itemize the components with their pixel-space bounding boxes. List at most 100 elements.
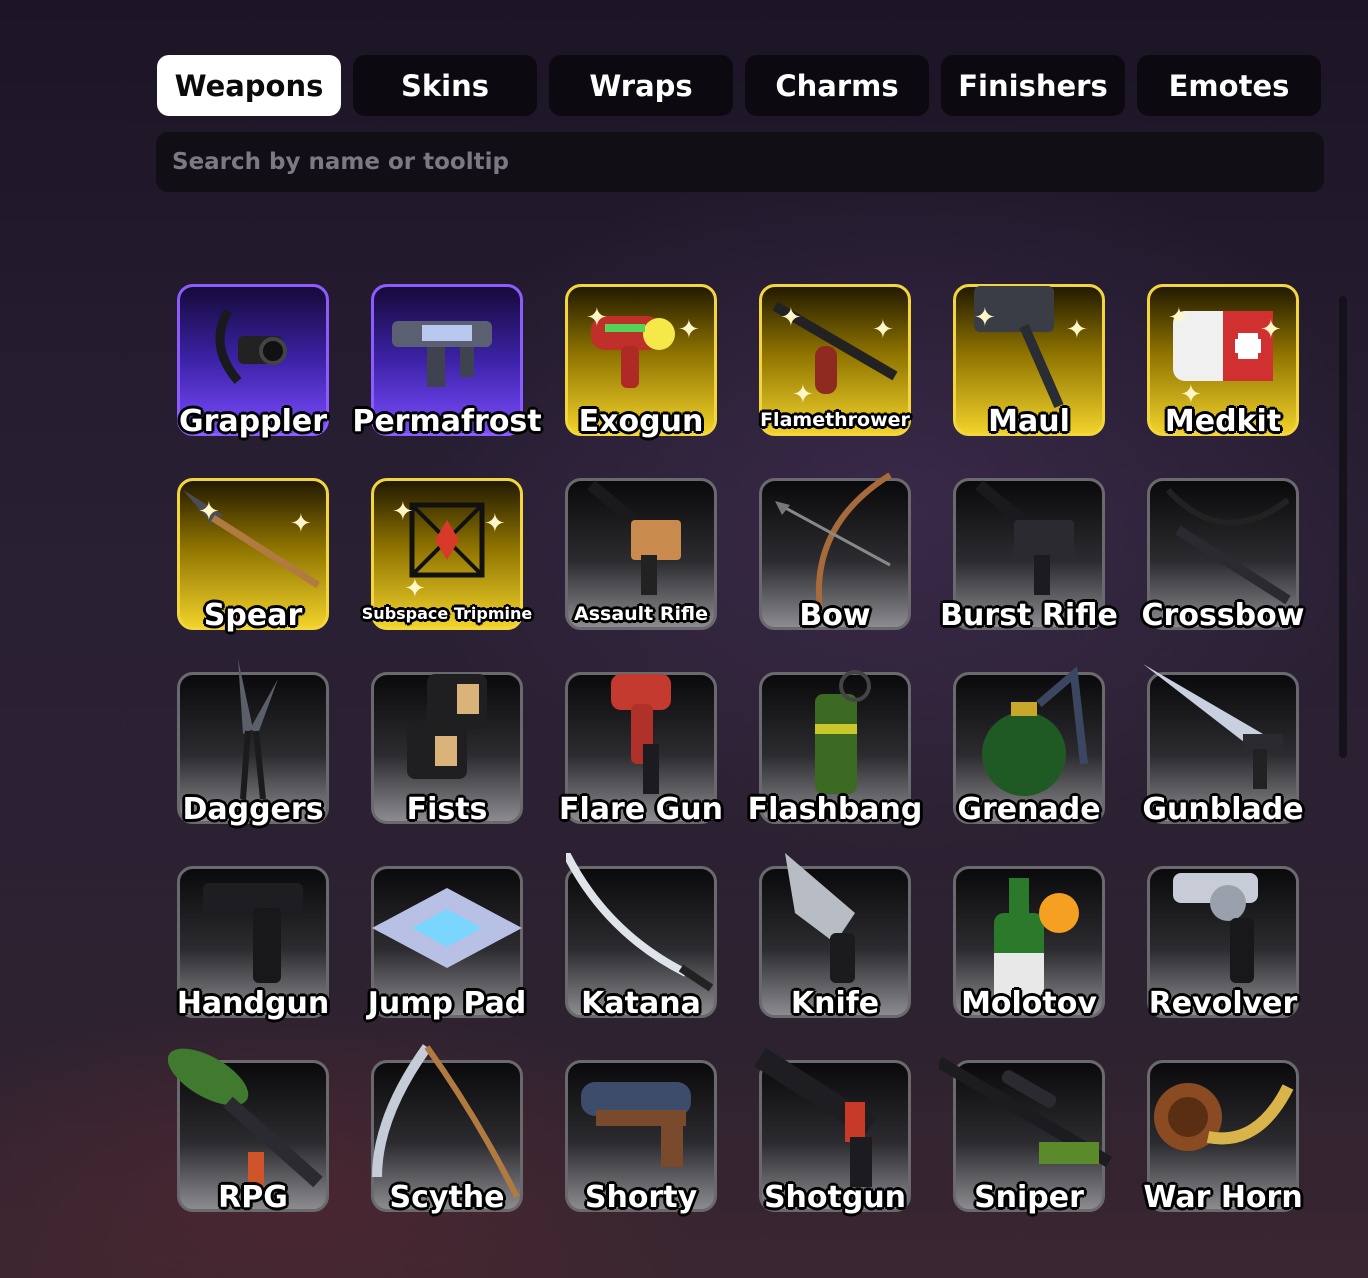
shotgun-icon bbox=[750, 1047, 920, 1201]
weapon-name: RPG bbox=[218, 1180, 288, 1215]
tab-charms[interactable]: Charms bbox=[745, 55, 929, 116]
sparkle-icon: ✦ bbox=[974, 303, 996, 333]
weapon-name: Shotgun bbox=[763, 1180, 907, 1215]
weapon-card[interactable]: RPG bbox=[167, 1048, 329, 1215]
weapon-card[interactable]: ✦ ✦ Exogun bbox=[565, 284, 717, 439]
weapon-name: Spear bbox=[203, 598, 303, 633]
weapon-card[interactable]: Shorty bbox=[565, 1060, 717, 1215]
weapon-card[interactable]: ✦ ✦ Spear bbox=[177, 478, 329, 633]
search-input[interactable] bbox=[170, 148, 1324, 176]
tab-wraps[interactable]: Wraps bbox=[549, 55, 733, 116]
weapon-name: Flashbang bbox=[747, 792, 923, 827]
hammer-icon bbox=[964, 276, 1094, 420]
jump-pad-icon bbox=[362, 873, 532, 987]
weapon-card[interactable]: Shotgun bbox=[754, 1048, 911, 1215]
burst-rifle-icon bbox=[969, 475, 1089, 609]
weapon-name: Shorty bbox=[584, 1180, 698, 1215]
handgun-icon bbox=[193, 863, 313, 997]
weapon-name: Fists bbox=[406, 792, 488, 827]
weapon-card[interactable]: Sniper bbox=[935, 1057, 1113, 1215]
weapon-card[interactable]: ✦ ✦ ✦ Medkit bbox=[1147, 284, 1299, 439]
weapon-card[interactable]: ✦ ✦ ✦ Flamethrower bbox=[759, 284, 911, 436]
weapon-card[interactable]: Assault Rifle bbox=[565, 478, 717, 630]
weapon-name: Bow bbox=[799, 598, 871, 633]
weapon-card[interactable]: Daggers bbox=[177, 659, 329, 827]
weapon-name: Maul bbox=[988, 404, 1070, 439]
weapon-card[interactable]: ✦ ✦ ✦ Subspace Tripmine bbox=[362, 478, 532, 630]
flashbang-icon bbox=[785, 664, 885, 808]
weapon-name: Katana bbox=[581, 986, 701, 1021]
weapon-name: Crossbow bbox=[1141, 598, 1305, 633]
weapon-card[interactable]: Flare Gun bbox=[559, 672, 723, 827]
sparkle-icon: ✦ bbox=[792, 380, 814, 410]
sparkle-icon: ✦ bbox=[780, 303, 802, 333]
weapon-card[interactable]: Gunblade bbox=[1142, 664, 1304, 827]
weapon-name: Revolver bbox=[1148, 986, 1298, 1021]
sparkle-icon: ✦ bbox=[872, 315, 894, 345]
weapon-name: Grenade bbox=[957, 792, 1101, 827]
weapon-name: Scythe bbox=[389, 1180, 505, 1215]
grenade-icon bbox=[969, 664, 1089, 808]
revolver-icon bbox=[1168, 863, 1278, 997]
weapon-name: Assault Rifle bbox=[574, 603, 708, 625]
bow-icon bbox=[770, 465, 900, 619]
sparkle-icon: ✦ bbox=[1260, 315, 1282, 345]
weapon-card[interactable]: Handgun bbox=[177, 863, 329, 1021]
sparkle-icon: ✦ bbox=[678, 315, 700, 345]
weapon-card[interactable]: ✦ ✦ Maul bbox=[953, 284, 1105, 439]
weapon-card[interactable]: Revolver bbox=[1147, 863, 1299, 1021]
weapon-name: Gunblade bbox=[1142, 792, 1304, 827]
gunblade-icon bbox=[1143, 664, 1303, 808]
weapon-card[interactable]: Flashbang bbox=[748, 670, 922, 827]
katana-icon bbox=[562, 851, 716, 1007]
weapon-name: Grappler bbox=[178, 404, 328, 439]
weapon-card[interactable]: Scythe bbox=[371, 1044, 523, 1215]
molotov-icon bbox=[964, 853, 1094, 1007]
tab-skins[interactable]: Skins bbox=[353, 55, 537, 116]
weapon-card[interactable]: Permafrost bbox=[352, 284, 542, 439]
weapon-card[interactable]: Molotov bbox=[953, 866, 1105, 1021]
daggers-icon bbox=[198, 659, 308, 813]
sparkle-icon: ✦ bbox=[484, 509, 506, 539]
assault-rifle-icon bbox=[581, 475, 701, 609]
weapon-grid: Grappler Permafrost ✦ ✦ Exogun ✦ ✦ ✦ Flamethrowe… bbox=[167, 284, 1304, 1215]
weapon-name: Handgun bbox=[176, 986, 330, 1021]
shorty-icon bbox=[576, 1062, 706, 1186]
weapon-name: Medkit bbox=[1164, 404, 1282, 439]
sparkle-icon: ✦ bbox=[290, 509, 312, 539]
weapon-name: Subspace Tripmine bbox=[361, 604, 533, 623]
weapon-card[interactable]: Crossbow bbox=[1142, 478, 1304, 633]
tab-finishers[interactable]: Finishers bbox=[941, 55, 1125, 116]
weapon-card[interactable]: Grappler bbox=[177, 284, 329, 439]
sparkle-icon: ✦ bbox=[586, 303, 608, 333]
ice-gun-icon bbox=[382, 291, 512, 405]
sparkle-icon: ✦ bbox=[1066, 315, 1088, 345]
weapon-name: Flamethrower bbox=[760, 409, 910, 431]
knife-icon bbox=[775, 853, 895, 1007]
grapple-icon bbox=[198, 291, 308, 405]
weapon-card[interactable]: Fists bbox=[371, 672, 523, 827]
weapon-name: Daggers bbox=[182, 792, 324, 827]
weapon-name: Knife bbox=[790, 986, 880, 1021]
category-tabs: Weapons Skins Wraps Charms Finishers Emo… bbox=[157, 55, 1321, 116]
flare-gun-icon bbox=[591, 664, 691, 808]
weapon-card[interactable]: Grenade bbox=[953, 666, 1105, 827]
weapon-card[interactable]: Knife bbox=[759, 853, 911, 1021]
weapon-card[interactable]: Katana bbox=[562, 851, 717, 1021]
scrollbar[interactable] bbox=[1339, 296, 1347, 758]
weapon-name: Burst Rifle bbox=[940, 598, 1118, 633]
sparkle-icon: ✦ bbox=[392, 497, 414, 527]
crossbow-icon bbox=[1148, 470, 1298, 614]
sparkle-icon: ✦ bbox=[1168, 303, 1190, 333]
weapon-card[interactable]: Bow bbox=[759, 472, 911, 633]
tab-emotes[interactable]: Emotes bbox=[1137, 55, 1321, 116]
weapon-name: Exogun bbox=[578, 404, 704, 439]
weapon-name: Molotov bbox=[961, 986, 1097, 1021]
war-horn-icon bbox=[1148, 1067, 1298, 1181]
weapon-name: Sniper bbox=[974, 1180, 1084, 1215]
weapon-card[interactable]: War Horn bbox=[1143, 1060, 1303, 1215]
tab-weapons[interactable]: Weapons bbox=[157, 55, 341, 116]
weapon-card[interactable]: Jump Pad bbox=[368, 866, 526, 1021]
search-bar bbox=[156, 132, 1324, 192]
weapon-card[interactable]: Burst Rifle bbox=[940, 475, 1118, 633]
